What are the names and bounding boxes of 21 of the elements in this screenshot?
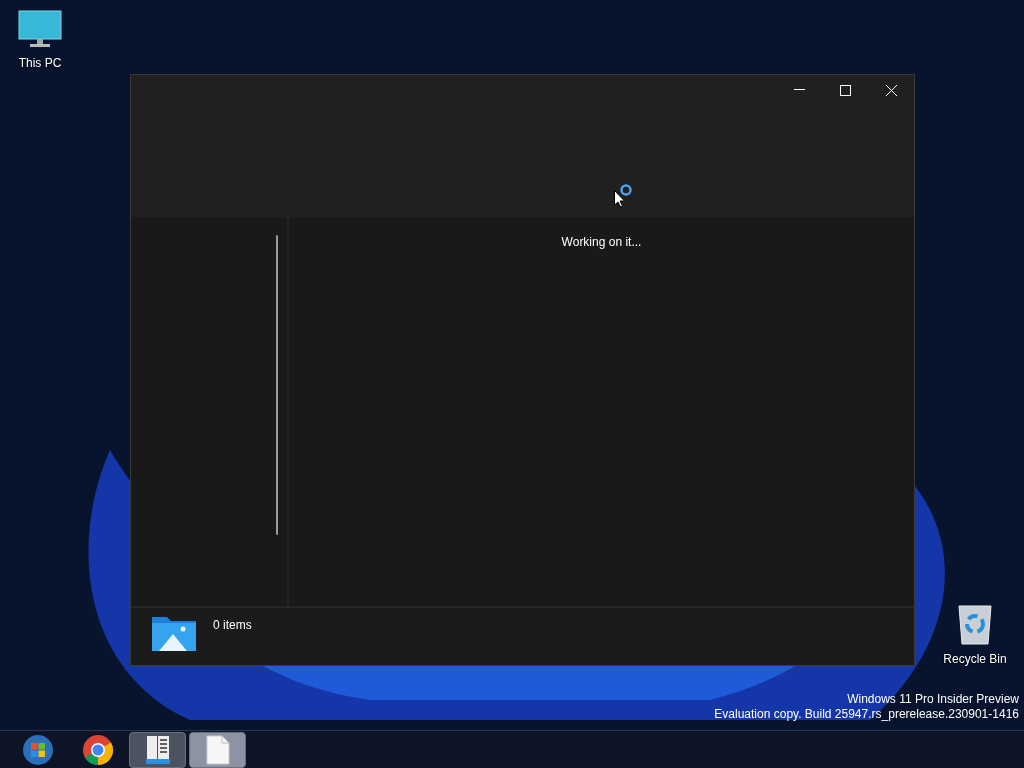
desktop-icon-label[interactable]: This PC bbox=[18, 54, 62, 72]
recycle-bin-icon bbox=[957, 602, 993, 646]
bookcase-icon bbox=[144, 734, 171, 765]
windows-orb-icon bbox=[21, 733, 54, 766]
browser-icon bbox=[81, 733, 114, 766]
minimize-icon bbox=[793, 89, 805, 91]
evaluation-notice: Windows 11 Pro Insider Preview bbox=[847, 692, 1019, 707]
item-count: 0 items bbox=[213, 617, 252, 634]
mouse-pointer-icon bbox=[614, 190, 625, 208]
scrollbar[interactable] bbox=[276, 235, 278, 535]
evaluation-notice: Evaluation copy. Build 25947.rs_prerelease.230901-1416 bbox=[714, 707, 1019, 722]
taskbar-button[interactable] bbox=[129, 731, 186, 768]
loading-status: Working on it... bbox=[561, 234, 642, 249]
loading-icon bbox=[620, 184, 632, 196]
pictures-folder-icon bbox=[151, 614, 197, 652]
blank-page-icon bbox=[205, 734, 230, 765]
taskbar-button[interactable] bbox=[189, 731, 246, 768]
monitor-icon bbox=[18, 10, 62, 50]
desktop-icon-label[interactable]: Recycle Bin bbox=[943, 650, 1007, 668]
maximize-icon bbox=[839, 84, 851, 96]
close-icon bbox=[885, 84, 897, 96]
